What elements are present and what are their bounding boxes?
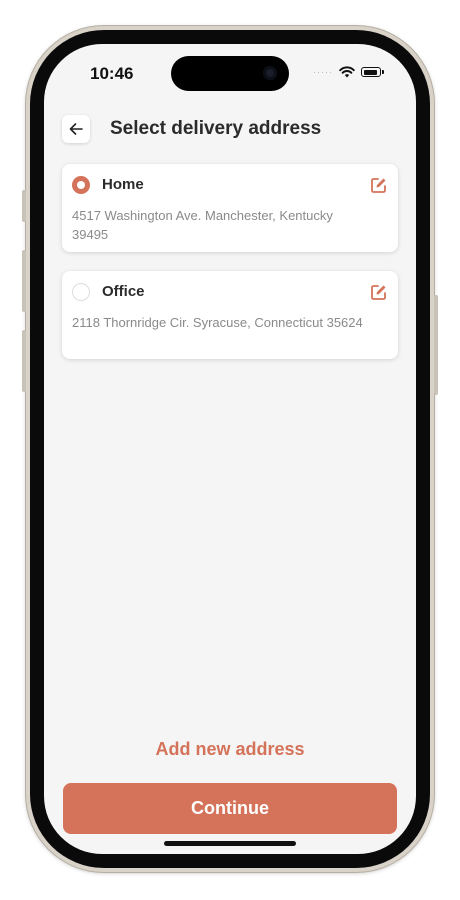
address-label: Office	[102, 283, 145, 300]
address-text: 4517 Washington Ave. Manchester, Kentuck…	[72, 208, 333, 242]
home-indicator[interactable]	[164, 841, 296, 846]
back-button[interactable]	[62, 115, 90, 143]
home-radio[interactable]	[72, 176, 90, 194]
action-button	[22, 190, 26, 222]
address-card-office[interactable]: Office 2118 Thornridge Cir. Syracuse, Co…	[62, 271, 398, 359]
dynamic-island	[171, 56, 289, 91]
battery-cap	[382, 70, 384, 74]
address-text: 2118 Thornridge Cir. Syracuse, Connectic…	[72, 315, 363, 330]
volume-down-button	[22, 330, 26, 392]
camera-icon	[263, 66, 277, 80]
edit-home-button[interactable]	[370, 176, 388, 194]
office-radio[interactable]	[72, 283, 90, 301]
status-time: 10:46	[90, 64, 134, 83]
app-screen: 10:46 ····· Select delivery address Home	[44, 44, 416, 854]
battery-icon	[361, 67, 381, 77]
address-label: Home	[102, 176, 144, 193]
status-icons: ·····	[313, 66, 384, 78]
volume-up-button	[22, 250, 26, 312]
address-card-home[interactable]: Home 4517 Washington Ave. Manchester, Ke…	[62, 164, 398, 252]
edit-icon	[371, 178, 386, 193]
arrow-left-icon	[69, 123, 83, 135]
signal-dots-icon: ·····	[313, 67, 333, 77]
wifi-icon	[339, 66, 355, 78]
continue-button[interactable]: Continue	[63, 783, 397, 834]
add-new-address-link[interactable]: Add new address	[44, 739, 416, 760]
page-header: Select delivery address	[62, 114, 398, 144]
power-button	[434, 295, 438, 395]
edit-icon	[371, 285, 386, 300]
edit-office-button[interactable]	[370, 283, 388, 301]
page-title: Select delivery address	[110, 118, 322, 139]
